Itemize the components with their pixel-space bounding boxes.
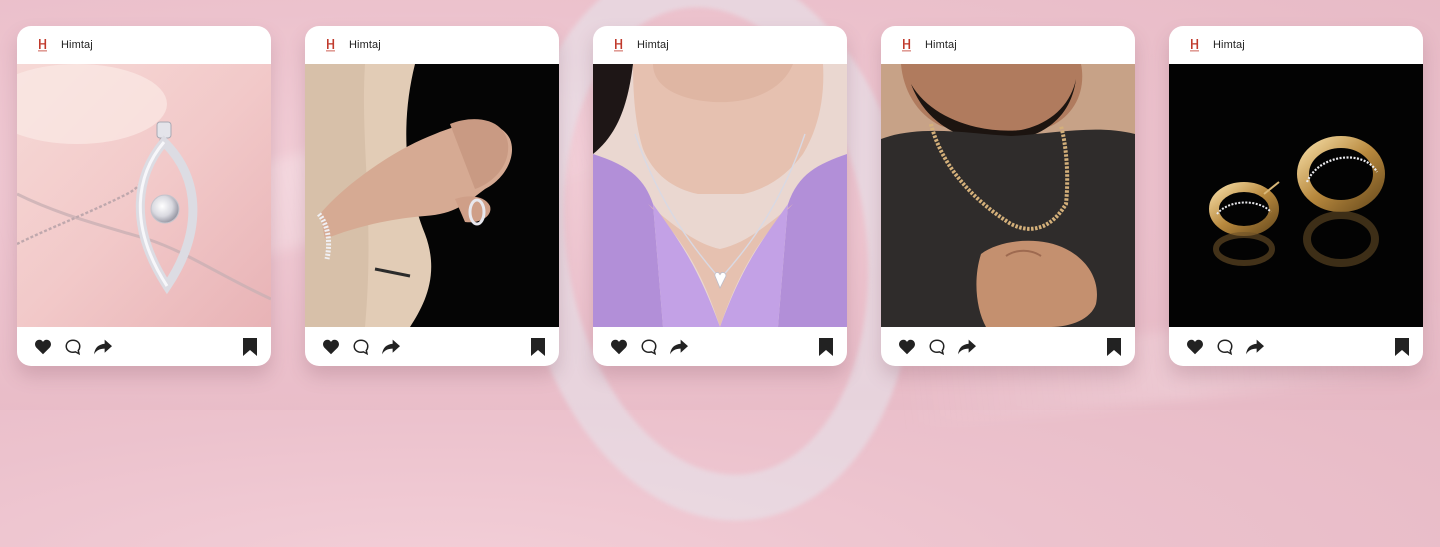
heart-icon[interactable] [897, 337, 917, 357]
bookmark-icon[interactable] [531, 337, 545, 356]
comment-icon[interactable] [1215, 337, 1235, 357]
comment-icon[interactable] [351, 337, 371, 357]
bookmark-icon[interactable] [1107, 337, 1121, 356]
heart-icon[interactable] [609, 337, 629, 357]
post-feed: Himtaj Himtaj Himtaj Himtaj Himtaj [17, 26, 1423, 366]
post-header: Himtaj [1169, 26, 1423, 64]
bookmark-icon[interactable] [819, 337, 833, 356]
brand-logo[interactable] [35, 37, 51, 53]
bookmark-icon[interactable] [243, 337, 257, 356]
account-name[interactable]: Himtaj [349, 39, 381, 51]
comment-icon[interactable] [927, 337, 947, 357]
post-card: Himtaj [1169, 26, 1423, 366]
comment-icon[interactable] [639, 337, 659, 357]
share-icon[interactable] [669, 337, 689, 357]
account-name[interactable]: Himtaj [1213, 39, 1245, 51]
post-photo-chain[interactable] [881, 64, 1135, 327]
post-photo-earrings[interactable] [1169, 64, 1423, 327]
post-photo-necklace[interactable] [593, 64, 847, 327]
post-photo-bracelet[interactable] [305, 64, 559, 327]
brand-logo[interactable] [323, 37, 339, 53]
heart-icon[interactable] [33, 337, 53, 357]
brand-logo[interactable] [1187, 37, 1203, 53]
brand-logo[interactable] [611, 37, 627, 53]
post-card: Himtaj [881, 26, 1135, 366]
heart-icon[interactable] [1185, 337, 1205, 357]
post-header: Himtaj [593, 26, 847, 64]
post-photo-pendant[interactable] [17, 64, 271, 327]
share-icon[interactable] [1245, 337, 1265, 357]
brand-logo[interactable] [899, 37, 915, 53]
account-name[interactable]: Himtaj [61, 39, 93, 51]
post-card: Himtaj [593, 26, 847, 366]
post-actions [1169, 327, 1423, 366]
post-actions [305, 327, 559, 366]
account-name[interactable]: Himtaj [637, 39, 669, 51]
heart-icon[interactable] [321, 337, 341, 357]
share-icon[interactable] [381, 337, 401, 357]
share-icon[interactable] [957, 337, 977, 357]
post-actions [881, 327, 1135, 366]
post-header: Himtaj [17, 26, 271, 64]
post-header: Himtaj [305, 26, 559, 64]
post-header: Himtaj [881, 26, 1135, 64]
post-actions [17, 327, 271, 366]
post-card: Himtaj [17, 26, 271, 366]
comment-icon[interactable] [63, 337, 83, 357]
share-icon[interactable] [93, 337, 113, 357]
bookmark-icon[interactable] [1395, 337, 1409, 356]
post-actions [593, 327, 847, 366]
account-name[interactable]: Himtaj [925, 39, 957, 51]
post-card: Himtaj [305, 26, 559, 366]
